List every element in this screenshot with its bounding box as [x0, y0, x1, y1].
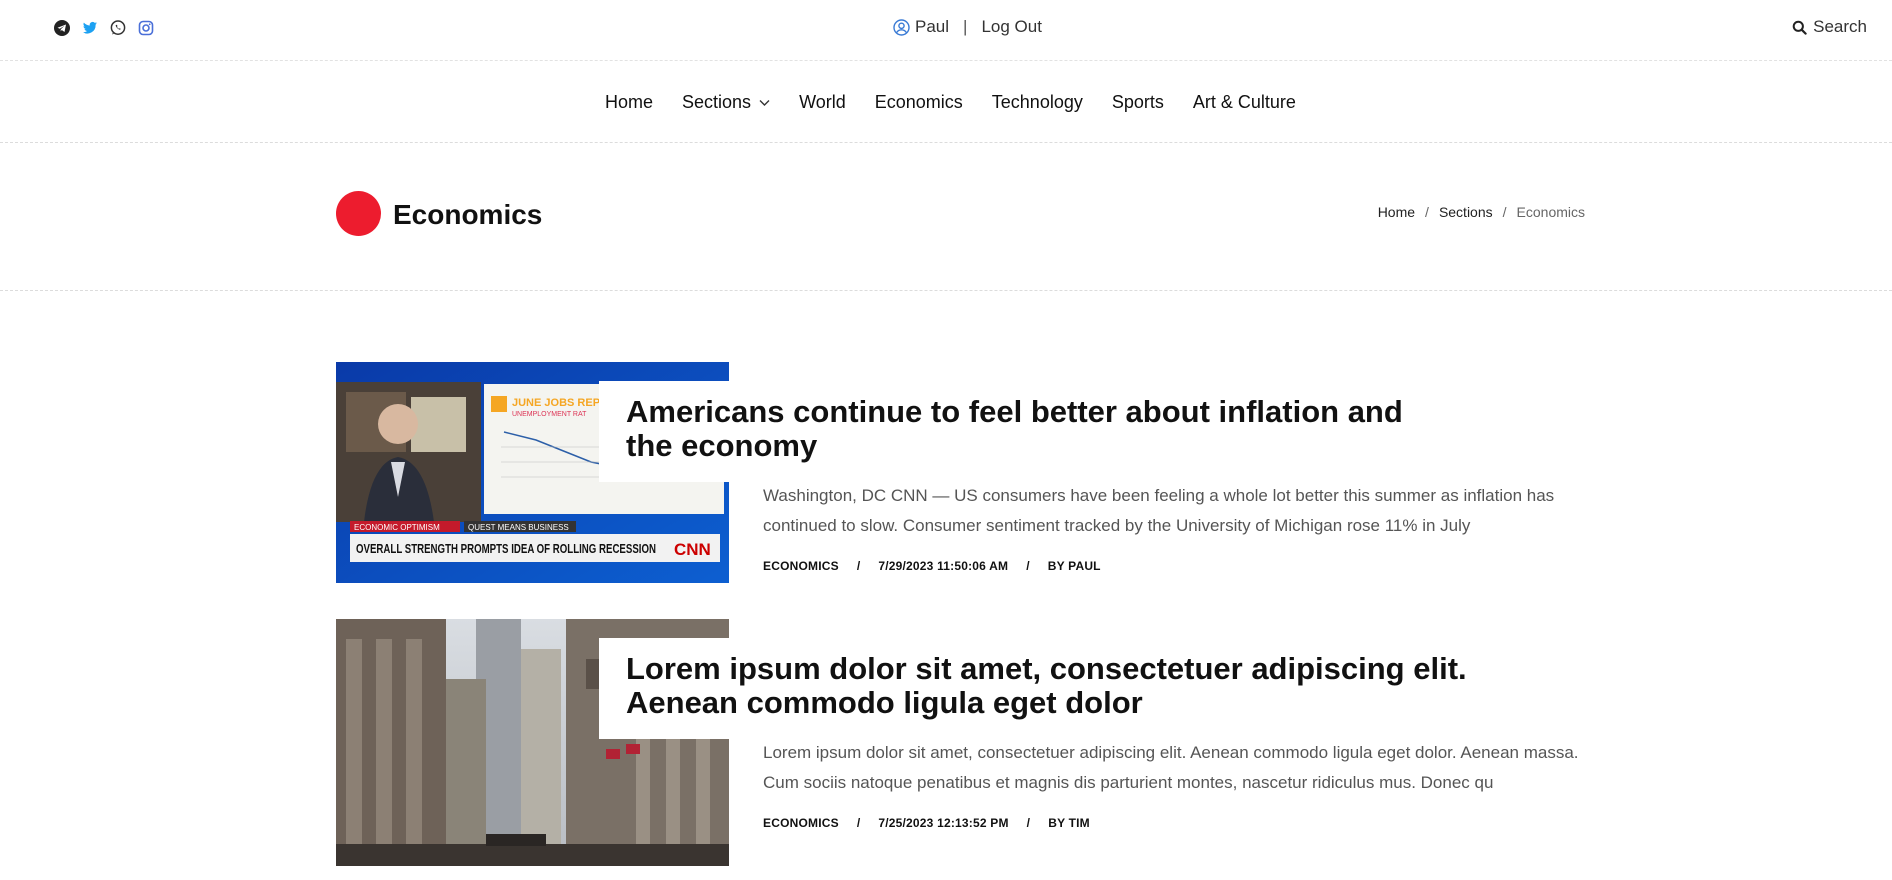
image-tag-2: QUEST MEANS BUSINESS — [468, 523, 569, 532]
chart-subtitle: UNEMPLOYMENT RAT — [512, 411, 587, 418]
nav-item-label: Economics — [874, 92, 963, 112]
search-label: Search — [1813, 17, 1867, 36]
user-menu: Paul | Log Out — [893, 17, 1042, 37]
top-bar: Paul | Log Out Search — [0, 0, 1892, 61]
page-title: Economics — [393, 199, 543, 230]
image-tag-1: ECONOMIC OPTIMISM — [354, 523, 440, 532]
meta-separator: / — [1026, 559, 1030, 573]
chevron-down-icon — [759, 99, 770, 107]
article-date: 7/25/2023 12:13:52 PM — [878, 816, 1009, 830]
nav-item-home[interactable]: Home — [605, 92, 653, 113]
search-button[interactable]: Search — [1792, 17, 1867, 37]
meta-separator: / — [856, 559, 861, 573]
image-headline: OVERALL STRENGTH PROMPTS IDEA OF ROLLING… — [356, 541, 656, 556]
article-author[interactable]: BY TIM — [1048, 816, 1090, 830]
article-card: JUNE JOBS REP UNEMPLOYMENT RAT ECONOMIC … — [336, 362, 1586, 584]
breadcrumb-sections[interactable]: Sections — [1439, 204, 1493, 220]
meta-separator: / — [856, 816, 861, 830]
article-title[interactable]: Americans continue to feel better about … — [599, 381, 1459, 482]
social-links — [53, 19, 155, 37]
telegram-icon[interactable] — [53, 19, 71, 37]
article-meta: ECONOMICS / 7/25/2023 12:13:52 PM / BY T… — [763, 816, 1090, 830]
breadcrumb: Home / Sections / Economics — [1378, 204, 1585, 220]
article-excerpt: Lorem ipsum dolor sit amet, consectetuer… — [763, 743, 1579, 792]
nav-item-world[interactable]: World — [799, 92, 846, 113]
article-date: 7/29/2023 11:50:06 AM — [878, 559, 1009, 573]
chart-title: JUNE JOBS REP — [512, 397, 600, 409]
main-nav: Home Sections World Economics Technology… — [0, 62, 1892, 143]
separator: | — [963, 17, 968, 36]
nav-item-label: Home — [605, 92, 654, 112]
user-icon[interactable] — [893, 18, 910, 36]
twitter-icon[interactable] — [81, 19, 99, 37]
article-title[interactable]: Lorem ipsum dolor sit amet, consectetuer… — [599, 638, 1579, 739]
nav-item-technology[interactable]: Technology — [992, 92, 1083, 113]
nav-item-sports[interactable]: Sports — [1112, 92, 1164, 113]
breadcrumb-current: Economics — [1516, 204, 1585, 220]
article-category[interactable]: ECONOMICS — [763, 559, 839, 573]
nav-item-label: Art & Culture — [1192, 92, 1296, 112]
meta-separator: / — [1026, 816, 1031, 830]
page-header: Economics Home / Sections / Economics — [0, 144, 1892, 291]
article-excerpt: Washington, DC CNN — US consumers have b… — [763, 486, 1555, 535]
article-card: Lorem ipsum dolor sit amet, consectetuer… — [336, 619, 1586, 866]
article-meta: ECONOMICS / 7/29/2023 11:50:06 AM / BY P… — [763, 559, 1101, 573]
article-category[interactable]: ECONOMICS — [763, 816, 839, 830]
whatsapp-icon[interactable] — [109, 19, 127, 37]
logout-link[interactable]: Log Out — [981, 17, 1042, 37]
breadcrumb-home[interactable]: Home — [1378, 204, 1415, 220]
nav-item-label: Technology — [991, 92, 1083, 112]
article-author[interactable]: BY PAUL — [1048, 559, 1101, 573]
user-name-link[interactable]: Paul — [915, 17, 949, 37]
nav-item-sections[interactable]: Sections — [682, 92, 770, 113]
breadcrumb-separator: / — [1425, 204, 1429, 220]
section-dot — [336, 191, 381, 236]
nav-item-economics[interactable]: Economics — [875, 92, 963, 113]
instagram-icon[interactable] — [137, 19, 155, 37]
breadcrumb-separator: / — [1502, 204, 1507, 220]
search-icon — [1792, 20, 1807, 35]
cnn-logo: CNN — [674, 540, 711, 559]
nav-item-label: World — [799, 92, 846, 112]
nav-item-label: Sections — [682, 92, 752, 112]
nav-item-art-culture[interactable]: Art & Culture — [1193, 92, 1296, 113]
nav-item-label: Sports — [1111, 92, 1164, 112]
